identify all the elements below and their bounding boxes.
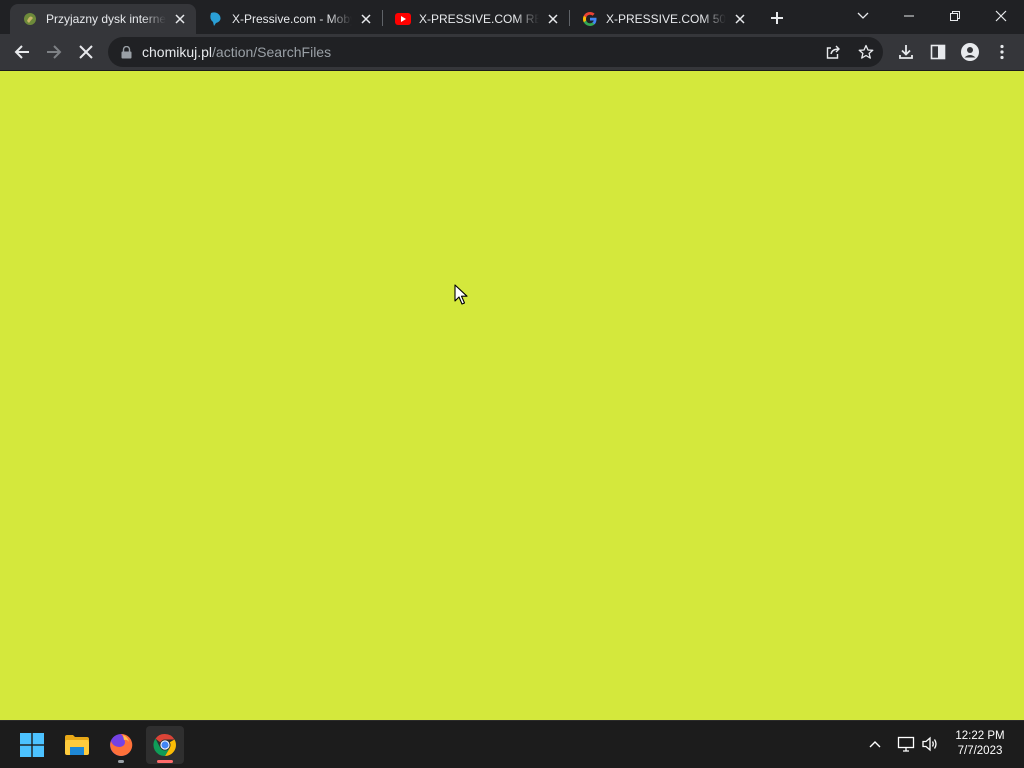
arrow-left-icon <box>14 45 29 59</box>
file-explorer-button[interactable] <box>58 726 96 764</box>
tab-google[interactable]: X-PRESSIVE.COM 500 - Google <box>570 4 756 34</box>
browser-toolbar: chomikuj.pl/action/SearchFiles <box>0 34 1024 70</box>
speaker-icon <box>922 736 937 752</box>
downloads-button[interactable] <box>892 38 920 66</box>
tab-strip: Przyjazny dysk internetowy X-Pressive.co… <box>0 0 1024 34</box>
url-domain: chomikuj.pl <box>142 44 213 60</box>
chevron-up-icon <box>869 741 881 748</box>
restore-icon <box>950 11 960 21</box>
url-path: /action/SearchFiles <box>212 44 332 60</box>
share-button[interactable] <box>822 41 844 63</box>
close-tab-icon[interactable] <box>732 11 748 27</box>
bookmark-button[interactable] <box>855 41 877 63</box>
tab-title: X-Pressive.com - MobyGames <box>232 12 352 26</box>
download-icon <box>899 45 913 59</box>
running-indicator <box>157 760 173 763</box>
forward-button[interactable] <box>40 38 68 66</box>
network-icon <box>897 736 915 752</box>
address-bar[interactable]: chomikuj.pl/action/SearchFiles <box>108 37 883 67</box>
star-icon <box>858 44 874 59</box>
tab-chomikuj[interactable]: Przyjazny dysk internetowy <box>10 4 196 34</box>
close-tab-icon[interactable] <box>545 11 561 27</box>
clock-time: 12:22 PM <box>955 730 1005 742</box>
close-icon <box>995 10 1007 22</box>
arrow-right-icon <box>47 45 62 59</box>
tab-mobygames[interactable]: X-Pressive.com - MobyGames <box>196 4 382 34</box>
back-button[interactable] <box>8 38 36 66</box>
close-window-button[interactable] <box>978 0 1024 32</box>
tab-title: Przyjazny dysk internetowy <box>46 12 166 26</box>
profile-button[interactable] <box>956 38 984 66</box>
share-icon <box>826 45 840 59</box>
volume-button[interactable] <box>919 733 941 755</box>
chomikuj-favicon-icon <box>22 11 38 27</box>
youtube-favicon-icon <box>395 11 411 27</box>
restore-button[interactable] <box>932 0 978 32</box>
clock-date: 7/7/2023 <box>957 745 1003 757</box>
firefox-button[interactable] <box>102 726 140 764</box>
chrome-button[interactable] <box>146 726 184 764</box>
url-text[interactable]: chomikuj.pl/action/SearchFiles <box>142 37 331 67</box>
chrome-icon <box>153 733 176 757</box>
minimize-icon <box>904 15 914 17</box>
side-panel-button[interactable] <box>924 38 952 66</box>
start-button[interactable] <box>13 726 51 764</box>
running-indicator <box>118 760 124 763</box>
close-icon <box>79 45 93 59</box>
stop-loading-button[interactable] <box>72 38 100 66</box>
more-vert-icon <box>1000 44 1004 60</box>
plus-icon <box>771 12 783 24</box>
windows-logo-icon <box>20 733 44 757</box>
avatar-icon <box>961 43 979 61</box>
mouse-cursor-icon <box>454 284 468 305</box>
close-tab-icon[interactable] <box>172 11 188 27</box>
tab-title: X-PRESSIVE.COM REVERSE <box>419 12 539 26</box>
minimize-button[interactable] <box>886 0 932 32</box>
show-hidden-icons-button[interactable] <box>864 733 886 755</box>
taskbar: 12:22 PM 7/7/2023 <box>0 720 1024 768</box>
tab-youtube[interactable]: X-PRESSIVE.COM REVERSE <box>383 4 569 34</box>
tab-search-button[interactable] <box>840 0 886 32</box>
firefox-icon <box>110 733 133 756</box>
chevron-down-icon <box>857 12 869 19</box>
network-status-button[interactable] <box>895 733 917 755</box>
close-tab-icon[interactable] <box>358 11 374 27</box>
tab-title: X-PRESSIVE.COM 500 - Google <box>606 12 726 26</box>
folder-icon <box>65 735 89 755</box>
mobygames-favicon-icon <box>208 11 224 27</box>
lock-icon[interactable] <box>118 44 134 60</box>
system-clock[interactable]: 12:22 PM 7/7/2023 <box>944 729 1016 759</box>
page-content[interactable] <box>0 71 1024 720</box>
menu-button[interactable] <box>988 38 1016 66</box>
side-panel-icon <box>930 44 946 60</box>
google-favicon-icon <box>582 11 598 27</box>
new-tab-button[interactable] <box>766 7 788 29</box>
